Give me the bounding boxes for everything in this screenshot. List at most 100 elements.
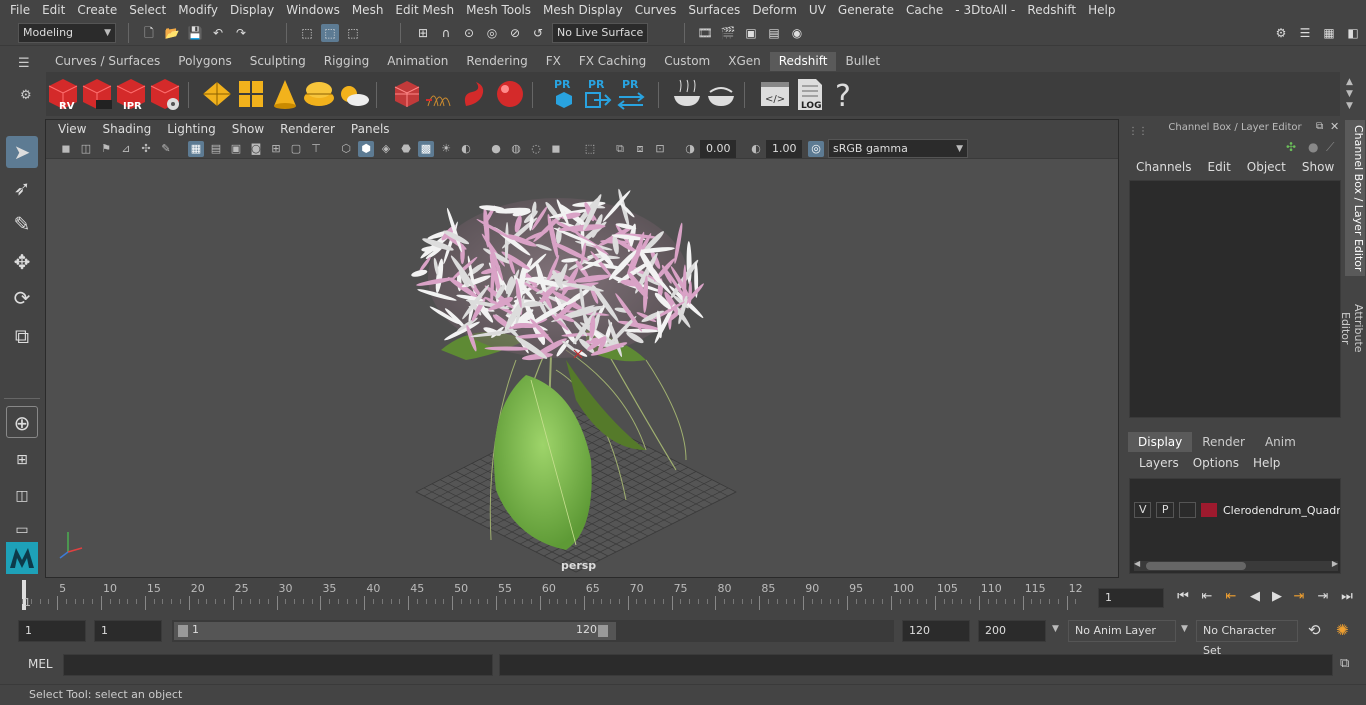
depth-of-field-icon[interactable]: ◼: [548, 141, 564, 157]
paint-select-tool-icon[interactable]: ✎: [6, 208, 38, 240]
menu-help[interactable]: Help: [1082, 3, 1121, 17]
redshift-dome-light-icon[interactable]: [302, 76, 336, 112]
play-forward-icon[interactable]: ▶: [1268, 588, 1286, 606]
anim-layer-dropdown[interactable]: No Anim Layer: [1068, 620, 1176, 642]
redshift-proxy-icon[interactable]: [200, 76, 234, 112]
playback-start-field[interactable]: 1: [94, 620, 162, 642]
workspace-dropdown[interactable]: Modeling ▼: [18, 23, 116, 43]
select-tool-icon[interactable]: ➤: [6, 136, 38, 168]
chevron-down-icon[interactable]: ▼: [1052, 624, 1059, 634]
redshift-help-icon[interactable]: ?: [826, 76, 860, 112]
textured-icon[interactable]: ▩: [418, 141, 434, 157]
save-scene-icon[interactable]: 💾: [186, 24, 204, 42]
manipulator-icon[interactable]: ●: [1308, 140, 1318, 154]
hypershade-icon[interactable]: ◉: [788, 24, 806, 42]
layer-playback-toggle[interactable]: P: [1156, 502, 1174, 518]
scroll-thumb[interactable]: [1146, 562, 1246, 570]
redshift-proxy-export-icon[interactable]: PR: [546, 76, 580, 112]
tab-polygons[interactable]: Polygons: [169, 52, 240, 71]
tab-rendering[interactable]: Rendering: [457, 52, 536, 71]
shadows-icon[interactable]: ◐: [458, 141, 474, 157]
menu-edit[interactable]: Edit: [36, 3, 71, 17]
redshift-tiles-icon[interactable]: [234, 76, 268, 112]
redshift-proxy-swap-icon[interactable]: PR: [614, 76, 648, 112]
float-panel-icon[interactable]: ⧉: [1316, 121, 1323, 132]
menu-3dtoall[interactable]: - 3DtoAll -: [949, 3, 1021, 17]
snap-live-icon[interactable]: ↺: [529, 24, 547, 42]
tab-fx[interactable]: FX: [537, 52, 570, 71]
snap-point-icon[interactable]: ⊙: [460, 24, 478, 42]
layer-menu-layers[interactable]: Layers: [1132, 456, 1186, 470]
tab-fx-caching[interactable]: FX Caching: [570, 52, 655, 71]
motion-blur-icon[interactable]: ◍: [508, 141, 524, 157]
four-view-layout-icon[interactable]: ⊞: [6, 444, 38, 476]
redshift-material-ball-icon[interactable]: [492, 76, 526, 112]
camera-attributes-icon[interactable]: ◫: [78, 141, 94, 157]
channel-menu-edit[interactable]: Edit: [1200, 160, 1239, 174]
current-frame-field[interactable]: 1: [1098, 588, 1164, 608]
time-slider[interactable]: 1 5 10 15 20 25 30 35 40 45 50 55 60 65 70 75 80 85 90 95 1…: [18, 580, 1092, 610]
menu-create[interactable]: Create: [71, 3, 123, 17]
bookmark-icon[interactable]: ⚑: [98, 141, 114, 157]
wireframe-icon[interactable]: ⬡: [338, 141, 354, 157]
exposure-field[interactable]: 0.00: [700, 140, 736, 158]
two-d-pan-icon[interactable]: ✣: [138, 141, 154, 157]
step-forward-key-icon[interactable]: ⇥: [1314, 588, 1332, 606]
viewport-persp[interactable]: View Shading Lighting Show Renderer Panels ◼ …: [45, 119, 1119, 578]
wireframe-on-shaded-icon[interactable]: ⬣: [398, 141, 414, 157]
menu-uv[interactable]: UV: [803, 3, 832, 17]
redshift-ipr-icon[interactable]: IPR: [114, 76, 148, 112]
gamma-icon[interactable]: ◐: [748, 141, 764, 157]
channel-menu-show[interactable]: Show: [1294, 160, 1342, 174]
auto-key-icon[interactable]: ⟲: [1308, 621, 1321, 639]
menu-file[interactable]: File: [4, 3, 36, 17]
scale-tool-icon[interactable]: ⧉: [6, 320, 38, 352]
workspace-icon[interactable]: ⚙: [1272, 24, 1290, 42]
ipr-render-icon[interactable]: ▣: [742, 24, 760, 42]
menu-redshift[interactable]: Redshift: [1021, 3, 1082, 17]
undo-icon[interactable]: ↶: [209, 24, 227, 42]
range-end-grip[interactable]: [598, 625, 608, 637]
grid-icon[interactable]: ▦: [188, 141, 204, 157]
color-management-icon[interactable]: ◎: [808, 141, 824, 157]
step-back-key-icon[interactable]: ⇤: [1198, 588, 1216, 606]
resolution-gate-icon[interactable]: ▣: [228, 141, 244, 157]
render-settings-icon[interactable]: 🎞: [696, 24, 714, 42]
animation-end-field[interactable]: 200: [978, 620, 1046, 642]
redshift-settings-icon[interactable]: [148, 76, 182, 112]
redshift-bake-set-icon[interactable]: [704, 76, 738, 112]
menu-mesh-display[interactable]: Mesh Display: [537, 3, 629, 17]
channel-menu-channels[interactable]: Channels: [1128, 160, 1200, 174]
xray-joints-icon[interactable]: ⧈: [632, 141, 648, 157]
redshift-render-view-icon[interactable]: RV: [46, 76, 80, 112]
layer-menu-options[interactable]: Options: [1186, 456, 1246, 470]
select-hierarchy-icon[interactable]: ⬚: [298, 24, 316, 42]
layer-scrollbar[interactable]: ◀ ▶: [1134, 559, 1338, 571]
toggle-layout-icon[interactable]: ▦: [1320, 24, 1338, 42]
smooth-shade-icon[interactable]: ⬢: [358, 141, 374, 157]
snap-view-icon[interactable]: ◎: [483, 24, 501, 42]
menu-modify[interactable]: Modify: [172, 3, 224, 17]
tab-layer-anim[interactable]: Anim: [1255, 432, 1306, 452]
play-backward-icon[interactable]: ◀: [1246, 588, 1264, 606]
redo-icon[interactable]: ↷: [232, 24, 250, 42]
step-forward-frame-icon[interactable]: ⇥: [1290, 588, 1308, 606]
layer-name[interactable]: Clerodendrum_Quadri: [1223, 504, 1340, 517]
mel-label[interactable]: MEL: [28, 657, 53, 671]
go-to-end-icon[interactable]: ⏭: [1338, 588, 1356, 606]
viewport-menu-panels[interactable]: Panels: [343, 120, 398, 139]
render-frame-icon[interactable]: 🎬: [719, 24, 737, 42]
redshift-shader-icon[interactable]: [458, 76, 492, 112]
tab-rigging[interactable]: Rigging: [315, 52, 378, 71]
select-object-icon[interactable]: ⬚: [321, 24, 339, 42]
new-scene-icon[interactable]: 🗋: [140, 24, 158, 42]
tab-xgen[interactable]: XGen: [719, 52, 770, 71]
isolate-select-icon[interactable]: ⬚: [582, 141, 598, 157]
layer-visibility-toggle[interactable]: V: [1134, 502, 1152, 518]
menu-surfaces[interactable]: Surfaces: [682, 3, 746, 17]
safe-action-icon[interactable]: ▢: [288, 141, 304, 157]
redshift-proxy-import-icon[interactable]: PR: [580, 76, 614, 112]
viewport-menu-lighting[interactable]: Lighting: [159, 120, 224, 139]
colorspace-dropdown[interactable]: sRGB gamma ▼: [828, 139, 968, 158]
move-tool-icon[interactable]: ✥: [6, 246, 38, 278]
